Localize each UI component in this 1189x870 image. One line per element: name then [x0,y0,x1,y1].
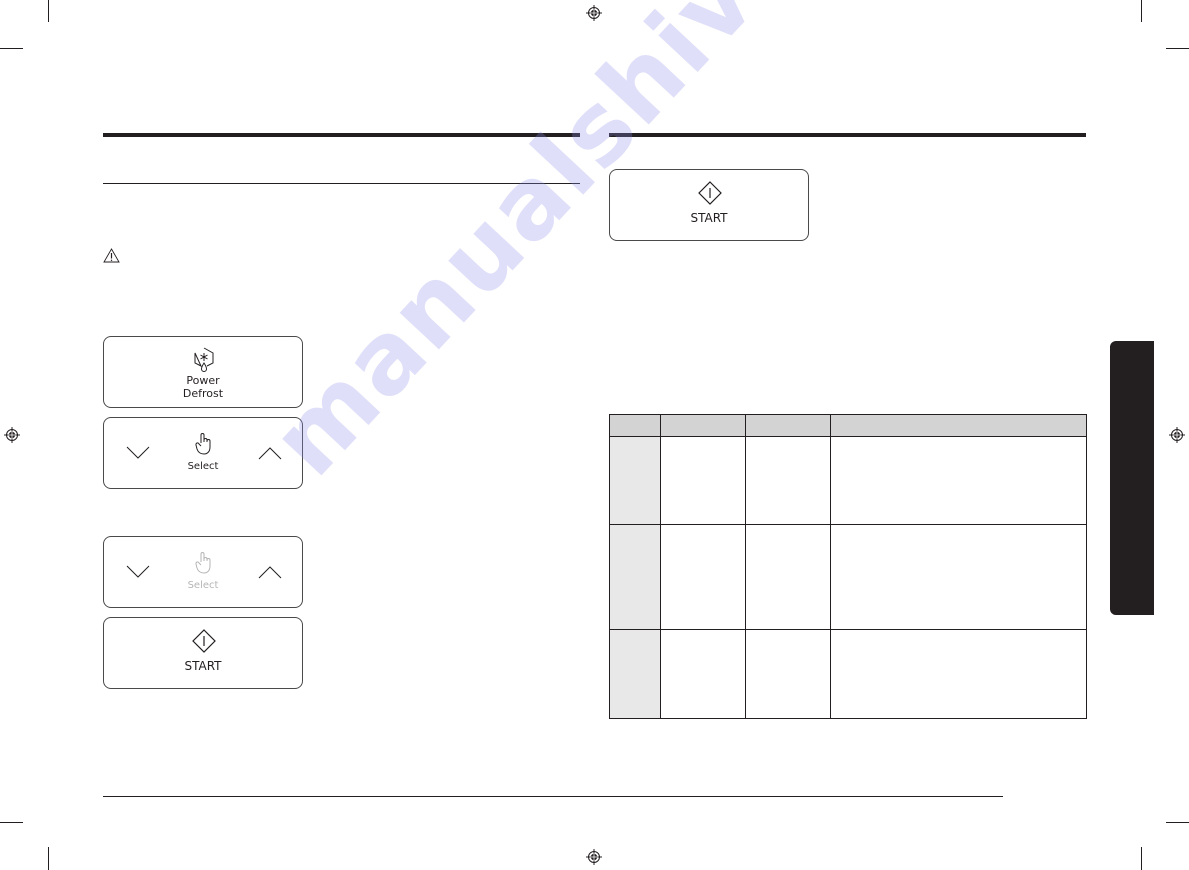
registration-mark-icon [1169,427,1185,443]
chevron-down-icon[interactable] [126,446,150,460]
table-cell [660,629,746,719]
crop-mark [1166,822,1189,823]
chevron-up-icon[interactable] [258,446,282,460]
crop-mark [0,48,23,49]
crop-mark [48,0,49,22]
table-cell [609,436,661,525]
table-header-cell [830,414,1087,437]
start-button[interactable]: START [103,617,303,689]
table-header-cell [609,414,661,437]
table-cell [830,524,1087,630]
table-row [609,436,1087,525]
registration-mark-icon [4,427,20,443]
table-cell [609,524,661,630]
table-header-cell [745,414,831,437]
left-section-rule [103,133,580,137]
registration-mark-icon [586,849,602,865]
registration-mark-icon [586,5,602,21]
table-cell [609,629,661,719]
crop-mark [1141,0,1142,22]
select-dial-panel: Select [103,417,303,489]
footer-rule [103,796,1003,797]
crop-mark [0,822,23,823]
defrost-snowflake-drop-icon [194,347,214,372]
select-dial-panel-dimmed: Select [103,536,303,608]
table-cell [830,436,1087,525]
hand-pointer-icon[interactable] [194,432,214,456]
table-cell [660,524,746,630]
start-button-right[interactable]: START [609,169,809,241]
chevron-up-icon[interactable] [258,565,282,579]
defrost-guide-table [609,414,1087,719]
table-cell [830,629,1087,719]
hand-pointer-icon [195,552,211,574]
start-label: START [184,659,222,673]
left-subsection-rule [103,183,580,184]
right-section-rule [609,133,1086,137]
crop-mark [1166,48,1189,49]
table-header-cell [660,414,746,437]
start-diamond-icon [192,629,216,653]
power-defrost-label-line2: Defrost [182,387,224,400]
table-cell [745,436,831,525]
table-row [609,524,1087,630]
warning-triangle-icon [103,248,120,263]
table-cell [745,629,831,719]
table-header-row [609,414,1087,437]
table-cell [745,524,831,630]
start-diamond-icon [698,181,722,205]
chapter-side-tab [1110,341,1154,615]
chevron-down-icon[interactable] [126,565,150,579]
start-label: START [690,211,728,225]
power-defrost-label-line1: Power [186,374,220,387]
table-cell [660,436,746,525]
table-row [609,629,1087,719]
select-label: Select [187,461,219,472]
power-defrost-button[interactable]: Power Defrost [103,336,303,408]
crop-mark [1141,847,1142,870]
select-label-dimmed: Select [187,580,219,591]
crop-mark [48,847,49,870]
